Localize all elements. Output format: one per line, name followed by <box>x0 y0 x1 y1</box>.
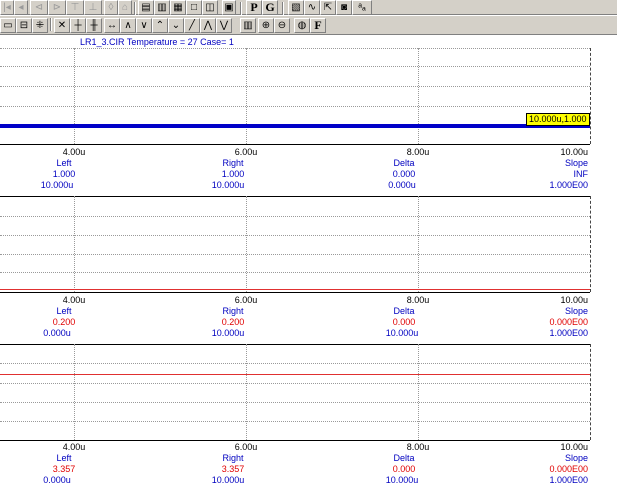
label-p: P <box>250 0 258 14</box>
peak-icon[interactable]: ⊤ <box>66 0 84 15</box>
step-back-icon[interactable]: |◂ <box>0 0 14 15</box>
window-icon[interactable]: □ <box>186 0 202 15</box>
split-icon[interactable]: ◫ <box>202 0 218 15</box>
right-value: 0.200 <box>221 317 245 327</box>
scale-icon[interactable]: ▭ <box>0 18 16 33</box>
properties-icon[interactable]: ▧ <box>288 0 304 15</box>
peak-wave-icon[interactable]: ∧ <box>120 18 136 33</box>
delta-x: 10.000u <box>385 328 419 338</box>
grid-icon[interactable]: ⊟ <box>16 18 32 33</box>
slope-value: 0.000E00 <box>549 464 588 474</box>
slope-header: Slope <box>564 453 588 463</box>
right-x: 10.000u <box>211 180 245 190</box>
color-icon[interactable]: ◍ <box>294 18 310 33</box>
trace-3[interactable] <box>0 374 590 375</box>
delta-value: 0.000 <box>392 464 416 474</box>
x-tick: 4.00u <box>62 147 86 157</box>
x-tick: 4.00u <box>62 295 86 305</box>
x-tick: 6.00u <box>234 295 258 305</box>
cursor-right-icon[interactable]: ⊳ <box>48 0 66 15</box>
left-value: 0.200 <box>52 317 76 327</box>
cursor-b-icon[interactable]: ┼ <box>70 18 86 33</box>
label-p-button[interactable]: P <box>246 0 262 15</box>
analysis-toolbar-top: |◂ ◂ ⊲ ⊳ ⊤ ⊥ ◊ ⌂ ▤ ▥ ▦ □ ◫ ▣ P G ▧ ∿ ⇱ ◙… <box>0 0 617 15</box>
delta-header: Delta <box>393 453 415 463</box>
analysis-toolbar-bottom: ▭ ⊟ ⁜ ✕ ┼ ╫ ↔ ∧ ∨ ⌃ ⌄ ╱ ⋀ ⋁ ▥ ⊕ ⊖ ◍ F <box>0 15 617 35</box>
left-x: 0.000u <box>43 475 71 485</box>
cascade-icon[interactable]: ▥ <box>154 0 170 15</box>
label-g: G <box>265 0 275 14</box>
cursor-a-icon[interactable]: ✕ <box>54 18 70 33</box>
left-x: 10.000u <box>40 180 74 190</box>
calculator-icon[interactable]: ▣ <box>222 0 236 15</box>
trace-2[interactable] <box>0 289 590 290</box>
peak-peak-icon[interactable]: ⋀ <box>200 18 216 33</box>
delta-header: Delta <box>393 306 415 316</box>
rise-wave-icon[interactable]: ⌃ <box>152 18 168 33</box>
x-tick: 6.00u <box>234 147 258 157</box>
x-tick: 8.00u <box>406 147 430 157</box>
slope-x: 1.000E00 <box>549 475 588 485</box>
x-tick: 10.00u <box>560 295 588 305</box>
trace-1[interactable] <box>0 124 590 128</box>
arrow-left-icon[interactable]: ◂ <box>14 0 28 15</box>
slope-header: Slope <box>564 306 588 316</box>
zoom-in-icon[interactable]: ⊕ <box>258 18 274 33</box>
waveform-icon[interactable]: ∿ <box>304 0 320 15</box>
cursor-tag[interactable]: 10.000u,1.000 <box>526 113 590 126</box>
horizontal-marker-icon[interactable]: ↔ <box>104 18 120 33</box>
slope-x: 1.000E00 <box>549 328 588 338</box>
tile-icon[interactable]: ▤ <box>138 0 154 15</box>
slope-header: Slope <box>564 158 588 168</box>
left-x: 0.000u <box>43 328 71 338</box>
left-value: 3.357 <box>52 464 76 474</box>
minimum-icon[interactable]: ⌂ <box>118 0 132 15</box>
delta-header: Delta <box>393 158 415 168</box>
left-value: 1.000 <box>52 169 76 179</box>
delta-x: 0.000u <box>388 180 416 190</box>
slope-x: 1.000E00 <box>549 180 588 190</box>
right-header: Right <box>222 158 244 168</box>
x-tick: 10.00u <box>560 442 588 452</box>
right-value: 3.357 <box>221 464 245 474</box>
valley-icon[interactable]: ⊥ <box>84 0 102 15</box>
zoom-out-icon[interactable]: ⊖ <box>274 18 290 33</box>
left-header: Left <box>56 306 72 316</box>
x-tick: 10.00u <box>560 147 588 157</box>
slope-icon[interactable]: ╱ <box>184 18 200 33</box>
save-icon[interactable]: ◙ <box>336 0 352 15</box>
slope-value: 0.000E00 <box>549 317 588 327</box>
right-x: 10.000u <box>211 328 245 338</box>
slope-value: INF <box>573 169 589 179</box>
x-tick: 6.00u <box>234 442 258 452</box>
delta-value: 0.000 <box>392 169 416 179</box>
text-icon[interactable]: ᵃₐ <box>352 0 372 15</box>
valley-icon-2[interactable]: ◊ <box>104 0 118 15</box>
left-header: Left <box>56 158 72 168</box>
cursor-left-icon[interactable]: ⊲ <box>30 0 48 15</box>
dotted-grid-icon[interactable]: ⁜ <box>32 18 48 33</box>
x-tick: 4.00u <box>62 442 86 452</box>
bars-icon[interactable]: ▥ <box>240 18 256 33</box>
right-header: Right <box>222 453 244 463</box>
delta-value: 0.000 <box>392 317 416 327</box>
cursor-mode-icon[interactable]: ⇱ <box>320 0 336 15</box>
fall-wave-icon[interactable]: ⌄ <box>168 18 184 33</box>
label-g-button[interactable]: G <box>262 0 278 15</box>
label-f-button[interactable]: F <box>310 18 326 33</box>
x-tick: 8.00u <box>406 295 430 305</box>
right-value: 1.000 <box>221 169 245 179</box>
stack-icon[interactable]: ▦ <box>170 0 186 15</box>
right-header: Right <box>222 306 244 316</box>
left-header: Left <box>56 453 72 463</box>
label-f: F <box>314 18 322 32</box>
x-tick: 8.00u <box>406 442 430 452</box>
delta-x: 10.000u <box>385 475 419 485</box>
cursor-c-icon[interactable]: ╫ <box>86 18 102 33</box>
plot-title: LR1_3.CIR Temperature = 27 Case= 1 <box>80 37 234 47</box>
valley-valley-icon[interactable]: ⋁ <box>216 18 232 33</box>
right-x: 10.000u <box>211 475 245 485</box>
valley-wave-icon[interactable]: ∨ <box>136 18 152 33</box>
